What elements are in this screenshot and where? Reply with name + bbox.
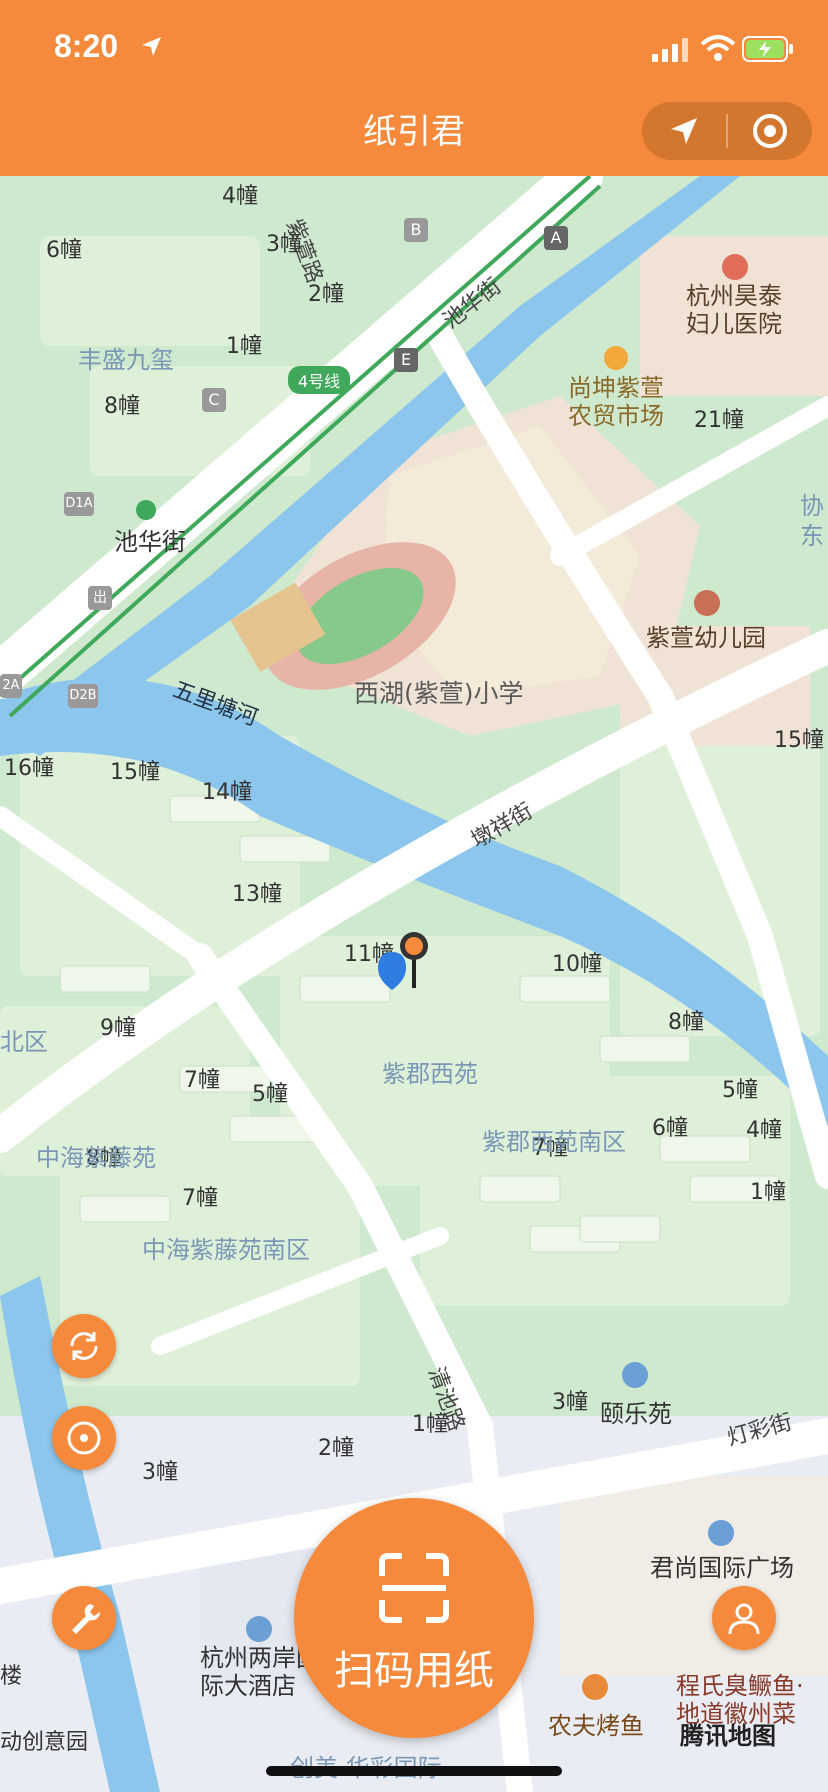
building-label: 13幢 xyxy=(232,882,282,907)
battery-icon xyxy=(742,36,793,62)
building-label: 7幢 xyxy=(182,1186,218,1211)
restaurant-icon xyxy=(582,1674,608,1700)
community-icon xyxy=(622,1362,648,1388)
metro-station-icon xyxy=(136,500,156,520)
scan-button[interactable]: 扫码用纸 xyxy=(294,1498,534,1738)
metro-exit-2a: 2A xyxy=(0,674,22,698)
building-label: 4幢 xyxy=(222,184,258,209)
plaza-label[interactable]: 君尚国际广场 xyxy=(650,1548,794,1583)
settings-button[interactable] xyxy=(52,1586,116,1650)
metro-exit-c: C xyxy=(202,388,226,412)
school-label: 西湖(紫萱)小学 xyxy=(354,679,524,708)
building-label: 4幢 xyxy=(746,1118,782,1143)
mini-program-capsule xyxy=(642,102,812,160)
home-indicator xyxy=(266,1766,562,1776)
area-label: 紫郡西苑南区 xyxy=(482,1128,626,1156)
area-label: 动创意园 xyxy=(0,1730,89,1755)
building-label: 3幢 xyxy=(142,1460,178,1485)
building-label: 8幢 xyxy=(668,1010,704,1035)
wifi-icon xyxy=(700,35,736,61)
status-time: 8:20 xyxy=(54,28,119,64)
area-label: 中海紫藤苑南区 xyxy=(142,1236,310,1264)
location-arrow-icon xyxy=(142,37,161,56)
navigate-button[interactable] xyxy=(642,102,726,160)
area-label: 中海紫藤苑 xyxy=(36,1144,156,1172)
profile-button[interactable] xyxy=(712,1586,776,1650)
building-label: 21幢 xyxy=(694,408,744,433)
refresh-icon xyxy=(70,1332,98,1360)
building-label: 2幢 xyxy=(318,1436,354,1461)
scan-button-label: 扫码用纸 xyxy=(334,1648,494,1694)
building-label: 7幢 xyxy=(184,1068,220,1093)
building-label: 8幢 xyxy=(104,394,140,419)
building-label: 15幢 xyxy=(110,760,160,785)
metro-exit-a: A xyxy=(544,226,568,250)
kindergarten-icon xyxy=(694,590,720,616)
locate-button[interactable] xyxy=(52,1406,116,1470)
building-label: 5幢 xyxy=(252,1082,288,1107)
map-provider-logo: 腾讯地图 xyxy=(680,1722,776,1750)
scan-icon xyxy=(379,1553,449,1623)
area-label: 紫郡西苑 xyxy=(382,1060,478,1088)
metro-exit-d2b: D2B xyxy=(68,684,98,708)
community-label[interactable]: 颐乐苑 xyxy=(600,1394,672,1429)
building-label: 5幢 xyxy=(722,1078,758,1103)
building-label: 16幢 xyxy=(4,756,54,781)
metro-exit-b: B xyxy=(404,218,428,242)
area-label: 东 xyxy=(800,522,824,550)
hospital-label[interactable]: 杭州昊泰妇儿医院 xyxy=(686,282,786,338)
market-icon xyxy=(604,346,628,370)
hotel-icon xyxy=(246,1616,272,1642)
location-pin-icon xyxy=(378,932,428,990)
metro-line-badge[interactable]: 4号线 xyxy=(288,366,351,394)
market-label[interactable]: 尚坤紫萱农贸市场 xyxy=(568,374,668,430)
metro-exit-e: E xyxy=(394,348,418,372)
locate-icon xyxy=(67,1421,101,1455)
close-mini-program-button[interactable] xyxy=(728,102,812,160)
target-icon xyxy=(753,114,787,148)
user-icon xyxy=(728,1603,760,1635)
refresh-button[interactable] xyxy=(52,1314,116,1378)
navigate-icon xyxy=(671,118,697,144)
app-header: 8:20 纸引君 xyxy=(0,0,828,176)
area-label: 丰盛九玺 xyxy=(78,346,174,374)
metro-exit-out: 出 xyxy=(88,586,112,610)
signal-icon xyxy=(652,38,688,62)
restaurant-label[interactable]: 农夫烤鱼 xyxy=(548,1706,644,1741)
building-label: 14幢 xyxy=(202,780,252,805)
plaza-icon xyxy=(708,1520,734,1546)
building-label: 1幢 xyxy=(226,334,262,359)
building-label: 1幢 xyxy=(750,1180,786,1205)
wrench-icon xyxy=(72,1604,101,1634)
area-label: 楼 xyxy=(0,1664,23,1689)
building-label: 3幢 xyxy=(552,1390,588,1415)
metro-exit-d1a: D1A xyxy=(64,492,94,516)
building-label: 10幢 xyxy=(552,952,602,977)
area-label: 北区 xyxy=(0,1028,48,1056)
kindergarten-label[interactable]: 紫萱幼儿园 xyxy=(646,618,766,653)
metro-station-label[interactable]: 池华街 xyxy=(114,522,186,557)
building-label: 6幢 xyxy=(652,1116,688,1141)
building-label: 15幢 xyxy=(774,728,824,753)
building-label: 6幢 xyxy=(46,238,82,263)
hospital-icon xyxy=(722,254,748,280)
building-label: 9幢 xyxy=(100,1016,136,1041)
